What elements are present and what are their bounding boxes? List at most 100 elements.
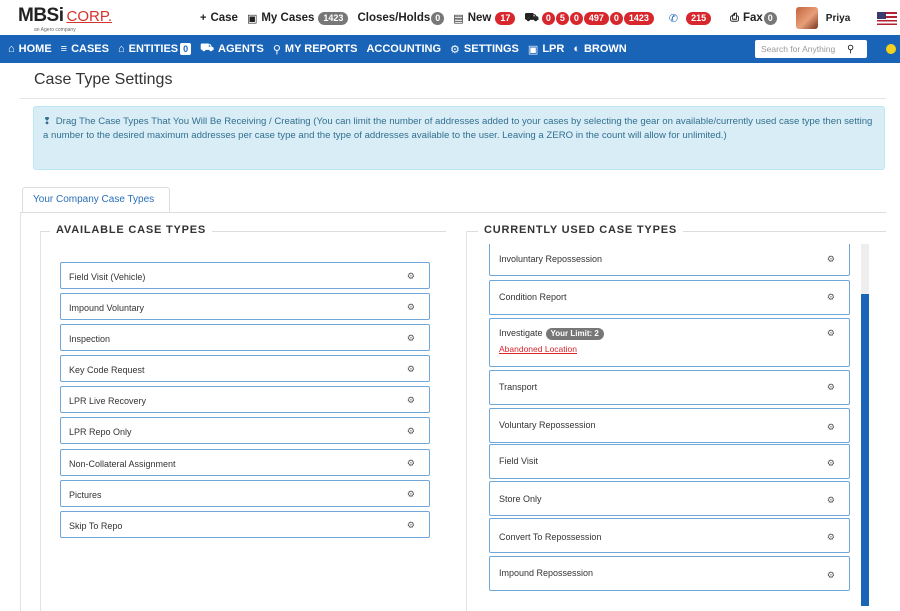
closes-holds-link[interactable]: Closes/Holds 0: [357, 11, 445, 25]
current-item[interactable]: Transport ⚙: [489, 370, 850, 405]
gear-icon[interactable]: ⚙: [827, 328, 835, 339]
search-input[interactable]: [755, 44, 845, 54]
available-item[interactable]: LPR Live Recovery ⚙: [60, 386, 430, 413]
status-dot-icon[interactable]: [886, 44, 896, 54]
nav-lpr[interactable]: ▣ LPR: [528, 43, 564, 56]
truck-status-group[interactable]: ⛟ 0 5 0 497 0 1423: [524, 11, 654, 26]
calls-count-badge: 215: [686, 11, 712, 25]
user-menu[interactable]: Priya: [795, 7, 850, 29]
current-item-label: Convert To Repossession: [499, 532, 602, 542]
current-item-label: Investigate: [499, 328, 543, 338]
nav-cases-label: CASES: [71, 43, 109, 55]
gear-icon[interactable]: ⚙: [827, 382, 835, 393]
nav-cases[interactable]: ≡ CASES: [61, 43, 109, 55]
gear-icon: ⚙: [450, 43, 460, 56]
closes-holds-count-badge: 0: [431, 11, 445, 25]
info-alert: ❢ Drag The Case Types That You Will Be R…: [33, 106, 885, 170]
nav-agents-label: AGENTS: [218, 43, 264, 55]
logo-tagline: an Agero company: [34, 27, 76, 33]
current-item[interactable]: Convert To Repossession ⚙: [489, 518, 850, 553]
my-cases-label: My Cases: [261, 12, 315, 24]
top-nav: + Case ▣ My Cases 1423 Closes/Holds 0 ▤ …: [200, 7, 898, 29]
nav-accounting[interactable]: ACCOUNTING: [366, 43, 441, 55]
current-item[interactable]: Voluntary Repossession ⚙: [489, 408, 850, 443]
nav-my-reports[interactable]: ⚲ MY REPORTS: [273, 43, 358, 56]
nav-settings[interactable]: ⚙ SETTINGS: [450, 43, 519, 56]
gear-icon[interactable]: ⚙: [407, 395, 415, 406]
list-icon: ≡: [60, 43, 68, 55]
available-item[interactable]: Skip To Repo ⚙: [60, 511, 430, 538]
current-column-border: [466, 231, 467, 611]
logo[interactable]: MBSi CORP. an Agero company: [18, 5, 113, 33]
fax-link[interactable]: ⎙ Fax 0: [730, 11, 777, 25]
gear-icon[interactable]: ⚙: [407, 271, 415, 282]
current-item[interactable]: Field Visit ⚙: [489, 444, 850, 479]
available-item[interactable]: Key Code Request ⚙: [60, 355, 430, 382]
limit-badge: Your Limit: 2: [545, 328, 604, 340]
gear-icon[interactable]: ⚙: [407, 489, 415, 500]
briefcase-icon: ▣: [246, 12, 258, 25]
scrollbar-thumb[interactable]: [861, 294, 869, 606]
available-item[interactable]: Inspection ⚙: [60, 324, 430, 351]
nav-lpr-label: LPR: [542, 43, 565, 55]
nav-settings-label: SETTINGS: [463, 43, 519, 55]
gear-icon[interactable]: ⚙: [407, 458, 415, 469]
new-cases-link[interactable]: ▤ New 17: [453, 11, 516, 25]
current-item[interactable]: Investigate Your Limit: 2 Abandoned Locat…: [489, 318, 850, 367]
divider: [20, 98, 886, 99]
tab-company-case-types[interactable]: Your Company Case Types: [22, 187, 170, 213]
available-item[interactable]: Impound Voluntary ⚙: [60, 293, 430, 320]
available-item[interactable]: Field Visit (Vehicle) ⚙: [60, 262, 430, 289]
available-item-label: Non-Collateral Assignment: [69, 459, 176, 469]
available-item-label: Skip To Repo: [69, 521, 123, 531]
nav-home[interactable]: ⌂ HOME: [8, 43, 52, 55]
nav-accounting-label: ACCOUNTING: [366, 43, 442, 55]
nav-entities[interactable]: ⌂ ENTITIES 0: [118, 43, 192, 55]
gear-icon[interactable]: ⚙: [827, 254, 835, 265]
current-item[interactable]: Impound Repossession ⚙: [489, 556, 850, 591]
gear-icon[interactable]: ⚙: [827, 292, 835, 303]
available-heading: AVAILABLE CASE TYPES: [50, 224, 213, 236]
current-item[interactable]: Involuntary Repossession ⚙: [489, 244, 850, 276]
truck-icon: ⛟: [524, 11, 539, 24]
calls-link[interactable]: ✆ 215: [668, 11, 712, 25]
gear-icon[interactable]: ⚙: [827, 570, 835, 581]
available-item[interactable]: LPR Repo Only ⚙: [60, 417, 430, 444]
gear-icon[interactable]: ⚙: [827, 458, 835, 469]
current-item-label: Condition Report: [499, 292, 567, 302]
address-type-link[interactable]: Abandoned Location: [499, 344, 849, 354]
nav-brown[interactable]: ◐ BROWN: [573, 43, 626, 55]
available-item[interactable]: Non-Collateral Assignment ⚙: [60, 449, 430, 476]
nav-agents[interactable]: ⛟ AGENTS: [200, 42, 264, 56]
toggle-icon: ◐: [573, 43, 580, 55]
logo-suffix: CORP.: [66, 8, 113, 25]
logo-name: MBSi: [18, 5, 64, 26]
truck-count-badge-4: 497: [583, 11, 609, 25]
available-item[interactable]: Pictures ⚙: [60, 480, 430, 507]
us-flag-icon[interactable]: [877, 11, 898, 25]
gear-icon[interactable]: ⚙: [407, 520, 415, 531]
main-nav: ⌂ HOME ≡ CASES ⌂ ENTITIES 0 ⛟ AGENTS ⚲ MY REPO…: [0, 35, 900, 63]
search-icon[interactable]: ⚲: [847, 44, 854, 55]
my-cases-link[interactable]: ▣ My Cases 1423: [246, 11, 349, 25]
current-item[interactable]: Store Only ⚙: [489, 481, 850, 516]
info-icon: ❢: [43, 116, 52, 127]
new-cases-label: New: [467, 12, 492, 24]
current-item-label: Impound Repossession: [499, 568, 594, 578]
gear-icon[interactable]: ⚙: [407, 333, 415, 344]
gear-icon[interactable]: ⚙: [407, 364, 415, 375]
gear-icon[interactable]: ⚙: [827, 495, 835, 506]
truck-count-badge-5: 0: [609, 11, 623, 25]
new-case-link[interactable]: + Case: [200, 12, 238, 24]
available-column-border: [40, 231, 41, 611]
gear-icon[interactable]: ⚙: [407, 302, 415, 313]
camera-icon: ▣: [527, 43, 539, 56]
truck-count-badge-6: 1423: [623, 11, 654, 25]
current-item[interactable]: Condition Report ⚙: [489, 280, 850, 315]
gear-icon[interactable]: ⚙: [827, 422, 835, 433]
gear-icon[interactable]: ⚙: [827, 532, 835, 543]
closes-holds-label: Closes/Holds: [357, 12, 431, 24]
gear-icon[interactable]: ⚙: [407, 426, 415, 437]
phone-icon: ✆: [668, 12, 679, 25]
new-case-label: Case: [210, 12, 238, 24]
